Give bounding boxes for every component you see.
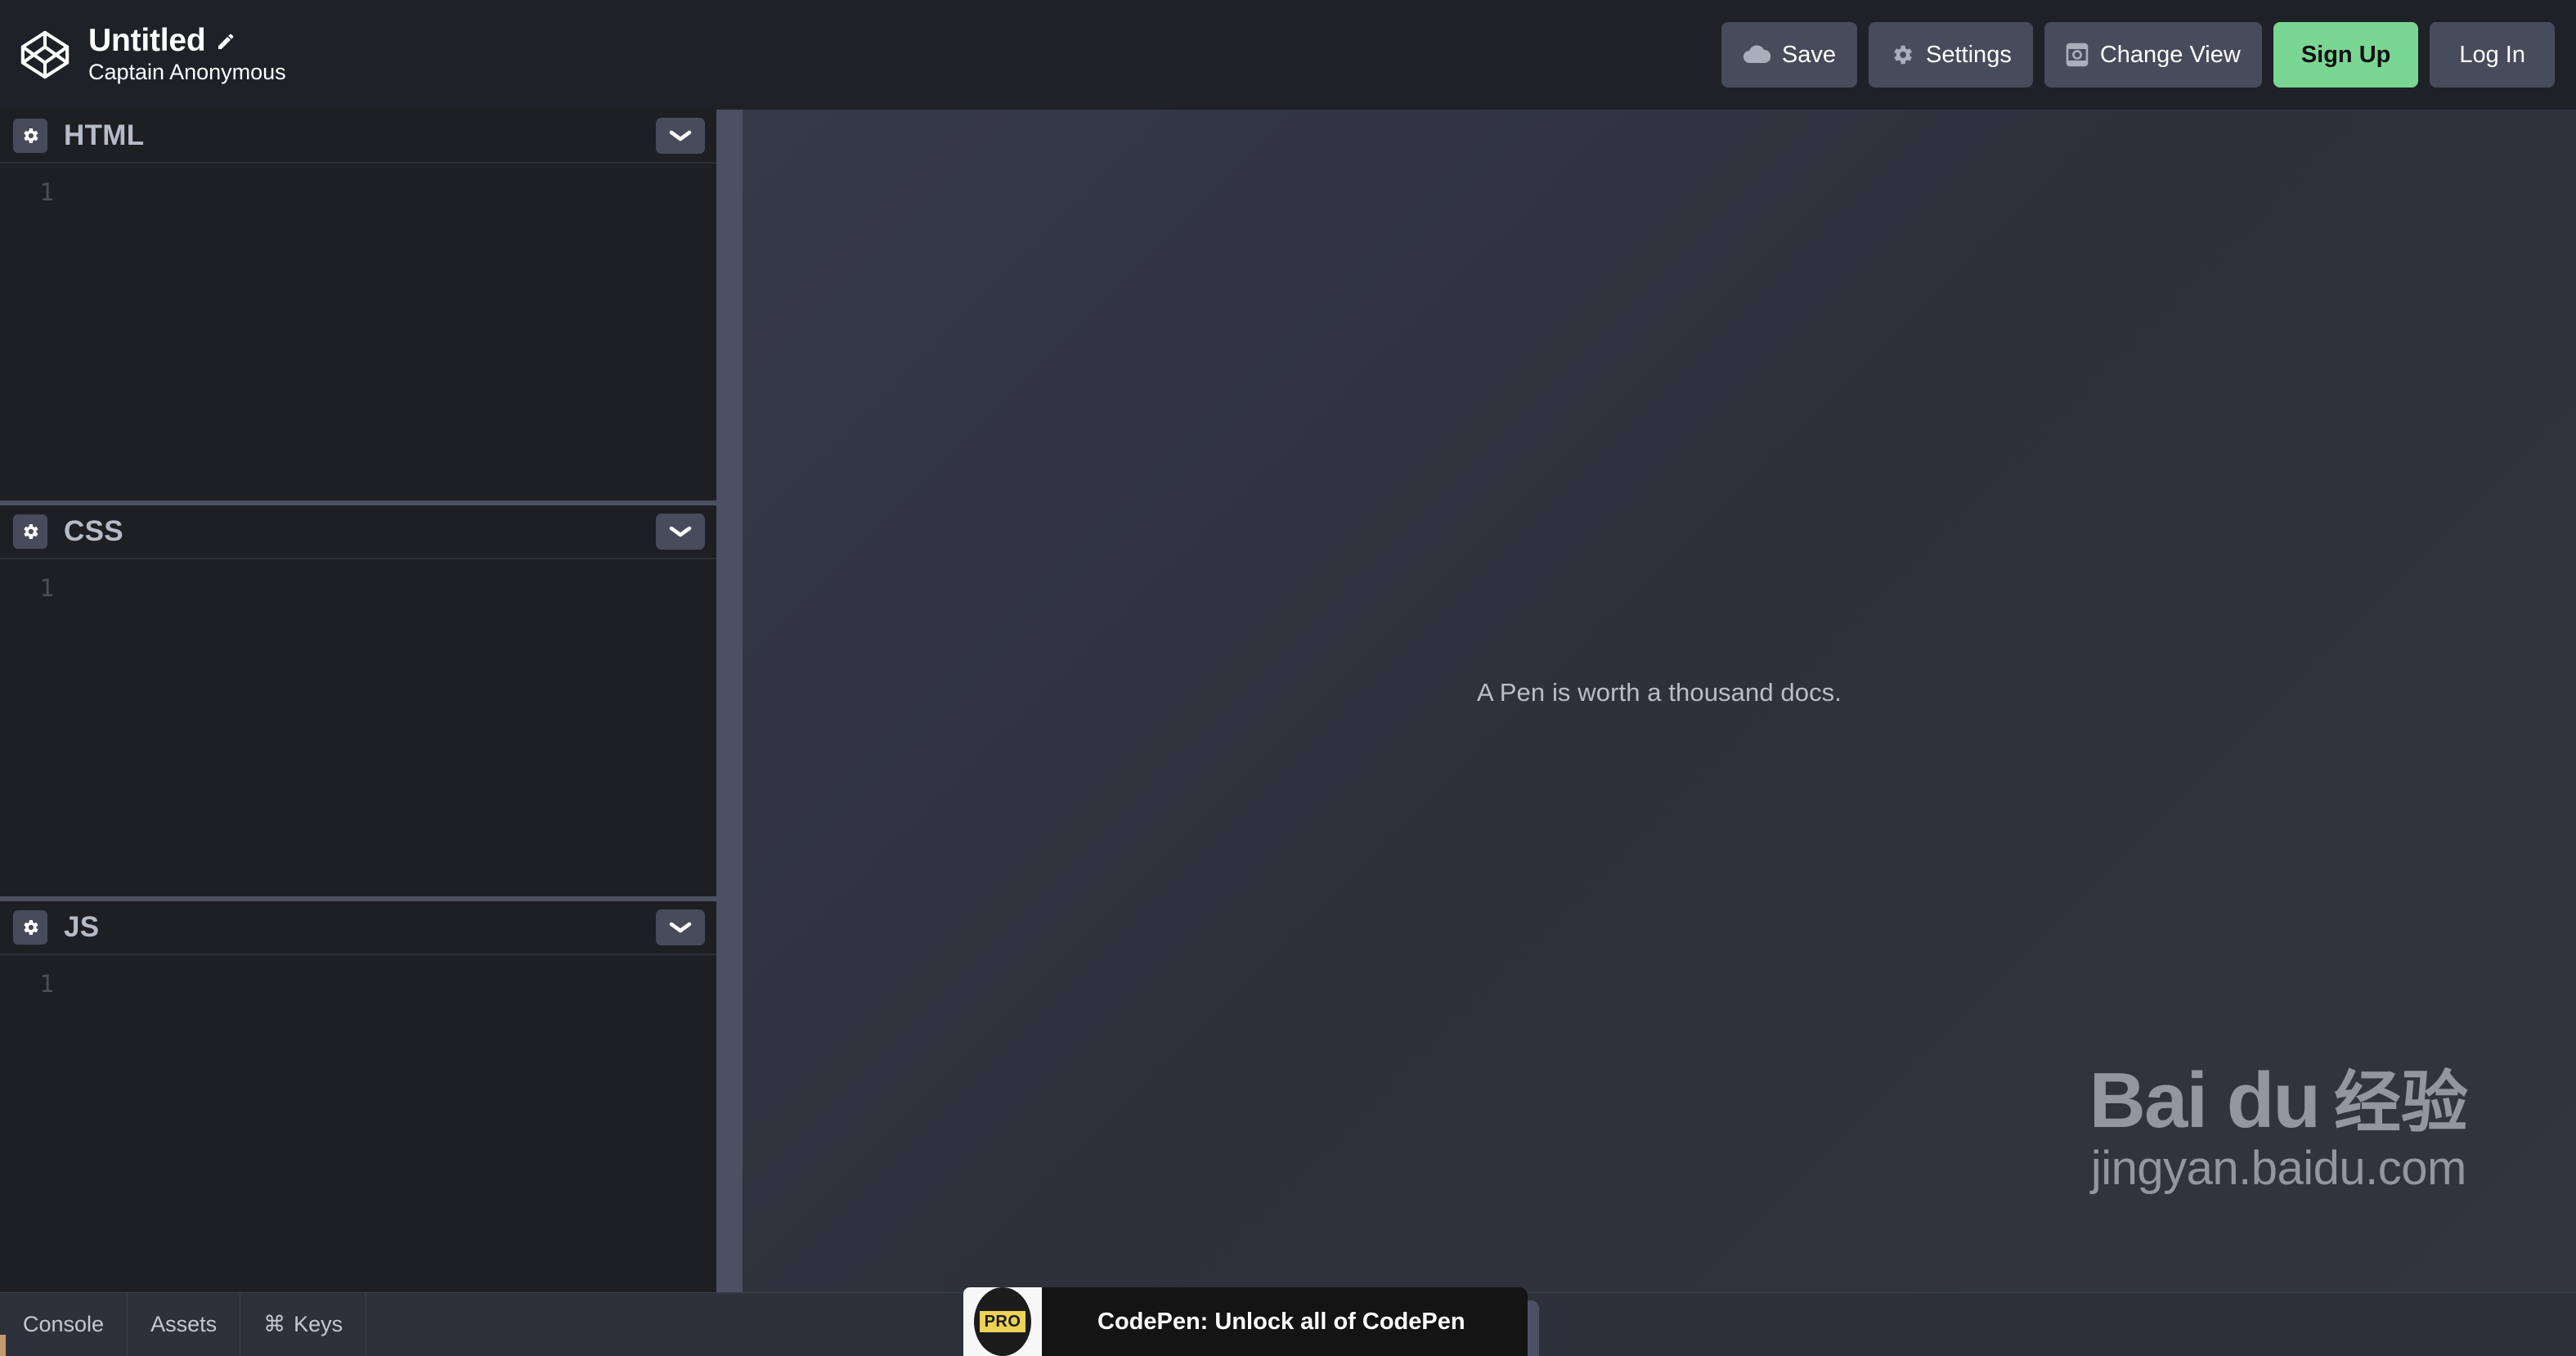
- code-editor-html[interactable]: 1: [0, 164, 716, 501]
- cloud-save-icon: [1743, 45, 1770, 64]
- change-view-button-label: Change View: [2099, 41, 2241, 68]
- pen-title-row: Untitled: [88, 24, 286, 58]
- preview-placeholder-text: A Pen is worth a thousand docs.: [1477, 678, 1842, 707]
- save-button-label: Save: [1781, 41, 1837, 68]
- editor-body: HTML 1 CSS 1 JS 1 A Pen is worth a thous…: [0, 110, 2576, 1292]
- baidu-url: jingyan.baidu.com: [2090, 1142, 2467, 1195]
- line-number: 1: [39, 574, 54, 602]
- footer-tab-keys-label: Keys: [294, 1312, 343, 1336]
- pro-banner-body[interactable]: CodePen: Unlock all of CodePen: [1042, 1287, 1528, 1356]
- footer-tab-assets[interactable]: Assets: [128, 1293, 241, 1356]
- footer-tab-keys[interactable]: ⌘ Keys: [240, 1293, 367, 1356]
- pane-label-js: JS: [64, 911, 100, 943]
- code-editor-js[interactable]: 1: [0, 955, 716, 1292]
- footer-tab-console[interactable]: Console: [0, 1293, 128, 1356]
- pane-header-html: HTML: [0, 110, 716, 164]
- pro-badge-oval: PRO: [974, 1287, 1031, 1356]
- chevron-down-icon[interactable]: [656, 514, 705, 550]
- editor-pane-css: CSS 1: [0, 501, 716, 896]
- pen-meta: Untitled Captain Anonymous: [88, 24, 286, 85]
- codepen-editor-app: Untitled Captain Anonymous Save Settings…: [0, 0, 2576, 1356]
- editor-column: HTML 1 CSS 1 JS 1: [0, 110, 716, 1292]
- pane-header-css: CSS: [0, 505, 716, 559]
- pro-promo-banner[interactable]: PRO CodePen: Unlock all of CodePen: [963, 1287, 1528, 1356]
- corner-accent: [0, 1335, 6, 1356]
- app-header: Untitled Captain Anonymous Save Settings…: [0, 0, 2576, 110]
- pane-header-js: JS: [0, 901, 716, 955]
- brand-block: Untitled Captain Anonymous: [20, 24, 286, 85]
- pane-label-css: CSS: [64, 515, 123, 547]
- pen-author[interactable]: Captain Anonymous: [88, 60, 286, 85]
- vertical-resize-handle[interactable]: [716, 110, 743, 1292]
- line-number: 1: [39, 970, 54, 998]
- gear-icon[interactable]: [13, 514, 47, 549]
- chevron-down-icon[interactable]: [656, 909, 705, 945]
- settings-button-label: Settings: [1926, 41, 2012, 68]
- pencil-edit-icon[interactable]: [216, 32, 236, 52]
- editor-pane-js: JS 1: [0, 896, 716, 1292]
- settings-button[interactable]: Settings: [1869, 22, 2033, 88]
- pro-badge-label: PRO: [979, 1311, 1026, 1332]
- pane-label-html: HTML: [64, 119, 145, 151]
- pro-badge: PRO: [963, 1287, 1042, 1356]
- baidu-wordmark: Bai du: [2089, 1056, 2321, 1144]
- sign-up-button[interactable]: Sign Up: [2273, 22, 2419, 88]
- change-view-icon: [2066, 43, 2089, 67]
- editor-pane-html: HTML 1: [0, 110, 716, 501]
- gear-icon: [1894, 45, 1912, 65]
- baidu-logo: Bai du 经验: [2089, 1056, 2468, 1144]
- save-button[interactable]: Save: [1721, 22, 1858, 88]
- pro-banner-message: CodePen: Unlock all of CodePen: [1097, 1308, 1465, 1335]
- codepen-logo-icon[interactable]: [20, 29, 70, 80]
- preview-pane: A Pen is worth a thousand docs. Bai du 经…: [743, 110, 2576, 1292]
- change-view-button[interactable]: Change View: [2044, 22, 2262, 88]
- command-key-icon: ⌘: [263, 1312, 286, 1336]
- header-actions: Save Settings Change View Sign Up Log In: [1721, 22, 2555, 88]
- gear-icon[interactable]: [13, 910, 47, 945]
- chevron-down-icon[interactable]: [656, 118, 705, 154]
- gear-icon[interactable]: [13, 119, 47, 153]
- line-number: 1: [39, 178, 54, 206]
- page-title[interactable]: Untitled: [88, 24, 206, 58]
- log-in-button[interactable]: Log In: [2430, 22, 2555, 88]
- baidu-watermark: Bai du 经验 jingyan.baidu.com: [2089, 1056, 2468, 1195]
- code-editor-css[interactable]: 1: [0, 559, 716, 896]
- baidu-cn-text: 经验: [2333, 1064, 2468, 1142]
